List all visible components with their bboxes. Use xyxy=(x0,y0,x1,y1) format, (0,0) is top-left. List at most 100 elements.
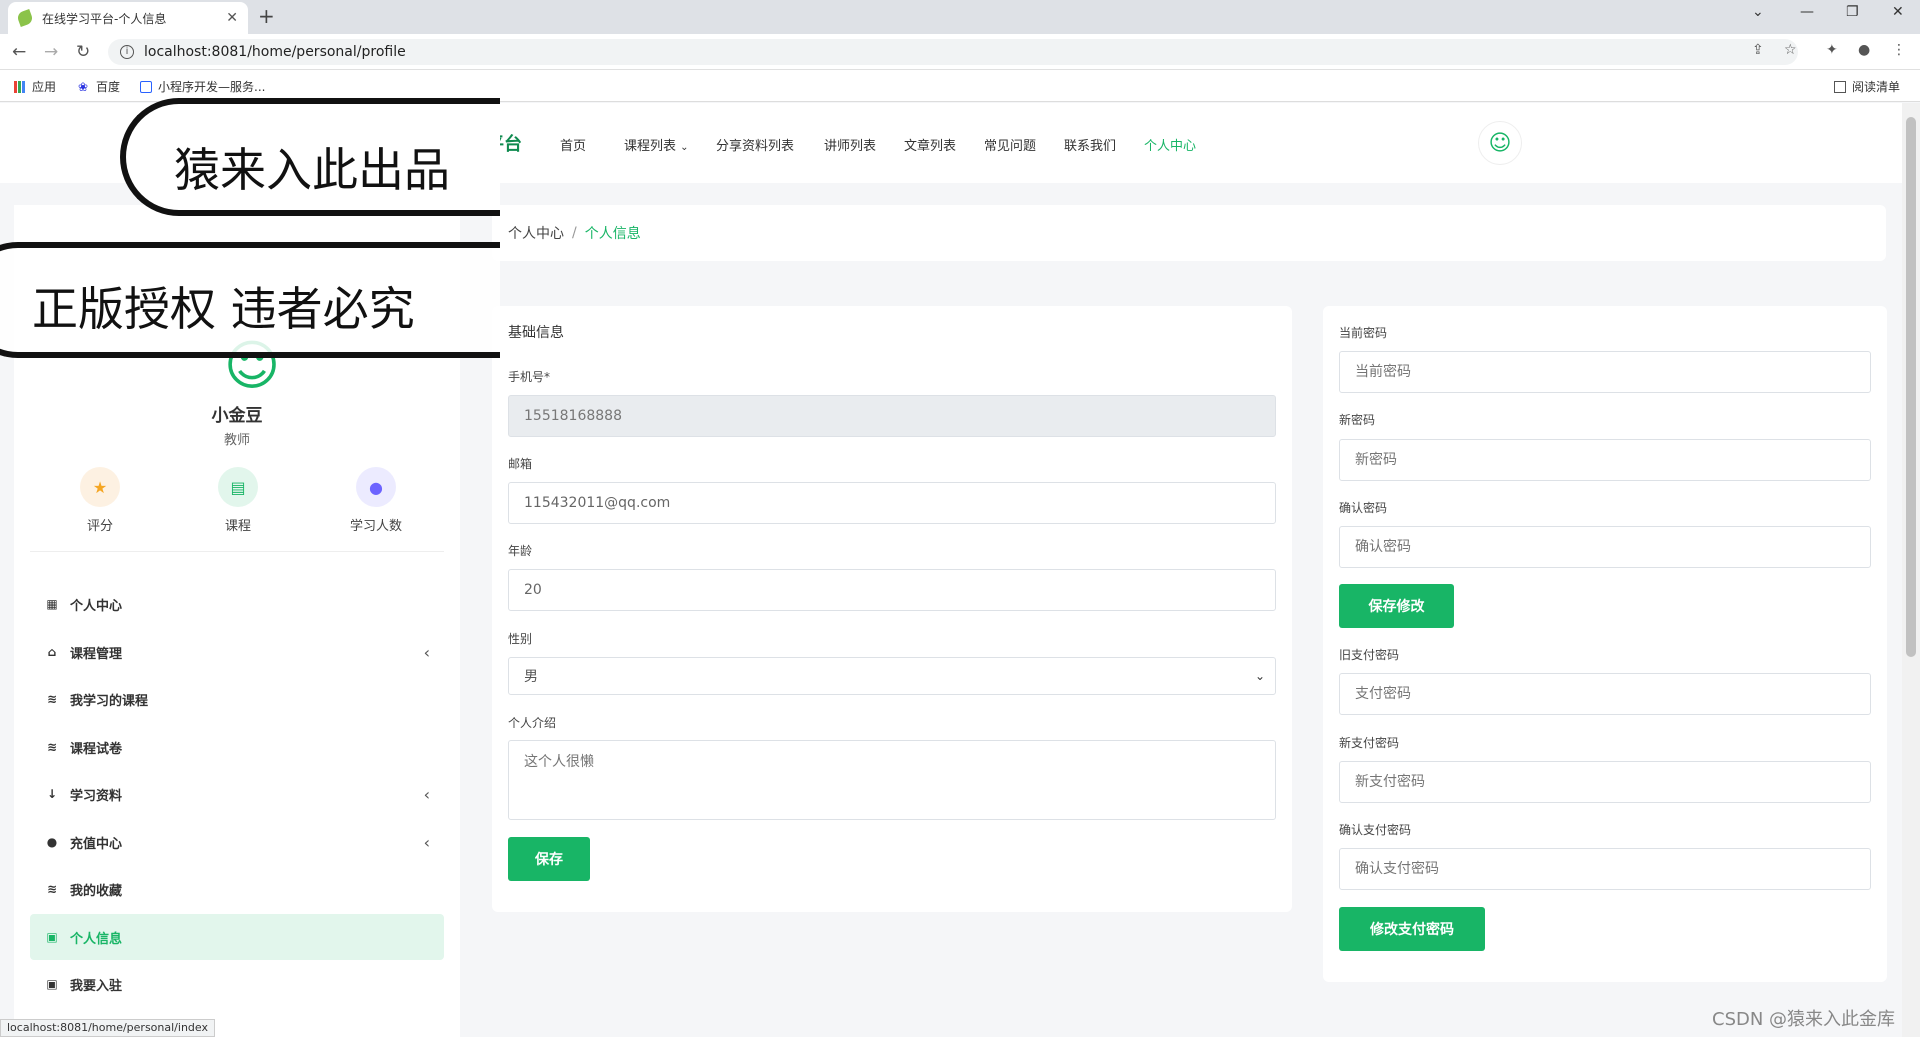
url-text: localhost:8081/home/personal/profile xyxy=(144,44,406,60)
sidebar-item-personal-center[interactable]: ▦ 个人中心 xyxy=(30,581,444,627)
intro-textarea[interactable] xyxy=(508,740,1276,820)
nav-faq[interactable]: 常见问题 xyxy=(984,135,1036,154)
email-field[interactable] xyxy=(508,482,1276,524)
reading-list[interactable]: 阅读清单 xyxy=(1834,78,1900,95)
scrollbar-thumb[interactable] xyxy=(1906,117,1916,657)
sidebar-item-join[interactable]: ▣ 我要入驻 xyxy=(30,961,444,1007)
extensions-icon[interactable]: ✦ xyxy=(1826,42,1838,58)
nav-articles[interactable]: 文章列表 xyxy=(904,135,956,154)
confirm-password-field[interactable] xyxy=(1339,526,1871,568)
user-role: 教师 xyxy=(223,433,250,448)
sidebar-item-favorites[interactable]: ≋ 我的收藏 xyxy=(30,866,444,912)
nav-personal-center[interactable]: 个人中心 xyxy=(1144,135,1196,154)
age-field[interactable] xyxy=(508,569,1276,611)
nav-teachers[interactable]: 讲师列表 xyxy=(824,135,876,154)
sidebar-item-label: 我学习的课程 xyxy=(70,693,149,709)
nav-contact[interactable]: 联系我们 xyxy=(1064,135,1116,154)
layers-icon: ≋ xyxy=(46,882,58,896)
back-icon[interactable]: ← xyxy=(12,42,26,62)
watermark-text: 猿来入此出品 xyxy=(174,143,450,197)
card-title: 基础信息 xyxy=(508,325,564,341)
current-password-field[interactable] xyxy=(1339,351,1871,393)
info-icon[interactable]: i xyxy=(120,45,134,59)
bookmark-baidu[interactable]: ❀ 百度 xyxy=(78,78,120,95)
sidebar-item-label: 充值中心 xyxy=(70,836,123,852)
chevron-left-icon: ‹ xyxy=(423,832,430,852)
stat-courses: ▤ 课程 xyxy=(188,467,288,534)
nav-courses-label: 课程列表 xyxy=(624,139,677,154)
phone-label: 手机号* xyxy=(508,370,551,384)
breadcrumb-separator: / xyxy=(572,225,577,241)
status-bar: localhost:8081/home/personal/index xyxy=(0,1019,215,1037)
csdn-watermark: CSDN @猿来入此金库 xyxy=(1712,1009,1896,1030)
layers-icon: ≋ xyxy=(46,740,58,754)
sidebar-item-personal-info[interactable]: ▣ 个人信息 xyxy=(30,914,444,960)
basic-info-card: 基础信息 手机号* 邮箱 年龄 性别 男 ⌄ 个人介绍 保存 xyxy=(492,306,1292,912)
save-password-button[interactable]: 保存修改 xyxy=(1339,584,1454,628)
bookmark-apps[interactable]: 应用 xyxy=(14,78,56,95)
gender-value: 男 xyxy=(524,669,538,685)
intro-label: 个人介绍 xyxy=(508,716,557,730)
save-button[interactable]: 保存 xyxy=(508,837,590,881)
reading-list-icon xyxy=(1834,80,1846,93)
id-card-icon: ▣ xyxy=(46,977,58,991)
bookmark-miniprogram[interactable]: 小程序开发—服务... xyxy=(140,78,265,95)
sidebar-item-label: 课程管理 xyxy=(70,646,123,662)
stat-label: 课程 xyxy=(224,519,251,534)
restore-icon[interactable]: ❐ xyxy=(1846,4,1859,20)
minimize-icon[interactable]: — xyxy=(1800,4,1814,20)
gender-select[interactable]: 男 ⌄ xyxy=(508,657,1276,695)
nav-shared-materials[interactable]: 分享资料列表 xyxy=(716,135,794,154)
plus-icon[interactable]: + xyxy=(258,4,275,28)
apps-grid-icon xyxy=(14,80,26,93)
user-name: 小金豆 xyxy=(211,406,263,426)
stat-label: 评分 xyxy=(86,519,113,534)
share-icon[interactable]: ⇪ xyxy=(1752,42,1764,58)
tab-title: 在线学习平台-个人信息 xyxy=(42,11,167,26)
chevron-left-icon: ‹ xyxy=(423,642,430,662)
baidu-paw-icon: ❀ xyxy=(78,79,89,94)
sidebar-item-label: 课程试卷 xyxy=(70,741,123,757)
miniprogram-icon xyxy=(140,80,152,93)
new-pay-password-label: 新支付密码 xyxy=(1339,736,1400,750)
bookmark-star-icon[interactable]: ☆ xyxy=(1784,42,1797,58)
profile-icon[interactable]: ● xyxy=(1858,42,1870,58)
stat-rating: ★ 评分 xyxy=(50,467,150,534)
close-icon[interactable]: ✕ xyxy=(226,10,238,26)
confirm-pay-password-field[interactable] xyxy=(1339,848,1871,890)
new-pay-password-field[interactable] xyxy=(1339,761,1871,803)
watermark-text: 正版授权 违者必究 xyxy=(32,282,415,336)
page-scrollbar[interactable] xyxy=(1902,103,1920,1037)
change-pay-password-button[interactable]: 修改支付密码 xyxy=(1339,907,1485,951)
new-password-field[interactable] xyxy=(1339,439,1871,481)
sidebar-item-my-courses[interactable]: ≋ 我学习的课程 xyxy=(30,676,444,722)
confirm-password-label: 确认密码 xyxy=(1339,501,1388,515)
browser-tab[interactable]: 在线学习平台-个人信息 ✕ xyxy=(8,2,248,34)
chevron-left-icon: ‹ xyxy=(423,784,430,804)
sidebar-item-materials[interactable]: ↓ 学习资料 ‹ xyxy=(30,771,444,817)
chevron-down-icon[interactable]: ⌄ xyxy=(1752,4,1764,20)
sidebar-item-course-exams[interactable]: ≋ 课程试卷 xyxy=(30,724,444,770)
sort-icon: ↓ xyxy=(46,787,58,801)
layers-icon: ≋ xyxy=(46,692,58,706)
sidebar-item-label: 个人中心 xyxy=(70,598,123,614)
current-password-label: 当前密码 xyxy=(1339,326,1388,340)
old-pay-password-field[interactable] xyxy=(1339,673,1871,715)
reload-icon[interactable]: ↻ xyxy=(76,42,90,62)
nav-courses[interactable]: 课程列表 ⌄ xyxy=(624,135,689,154)
sidebar-item-recharge[interactable]: ● 充值中心 ‹ xyxy=(30,819,444,865)
gender-label: 性别 xyxy=(508,632,533,646)
avatar[interactable]: ☺ xyxy=(1478,121,1522,165)
watermark-banner: 正版授权 违者必究 xyxy=(0,242,500,358)
breadcrumb-root[interactable]: 个人中心 xyxy=(508,223,564,243)
close-window-icon[interactable]: ✕ xyxy=(1892,4,1904,20)
chevron-down-icon: ⌄ xyxy=(1254,669,1265,683)
sidebar-item-course-management[interactable]: ⌂ 课程管理 ‹ xyxy=(30,629,444,675)
nav-home[interactable]: 首页 xyxy=(560,135,586,154)
id-card-icon: ▣ xyxy=(46,930,58,944)
forward-icon[interactable]: → xyxy=(44,42,58,62)
address-bar: ← → ↻ i localhost:8081/home/personal/pro… xyxy=(0,34,1920,70)
url-field[interactable]: i localhost:8081/home/personal/profile xyxy=(108,39,1798,65)
phone-field[interactable] xyxy=(508,395,1276,437)
more-icon[interactable]: ⋮ xyxy=(1892,42,1906,58)
